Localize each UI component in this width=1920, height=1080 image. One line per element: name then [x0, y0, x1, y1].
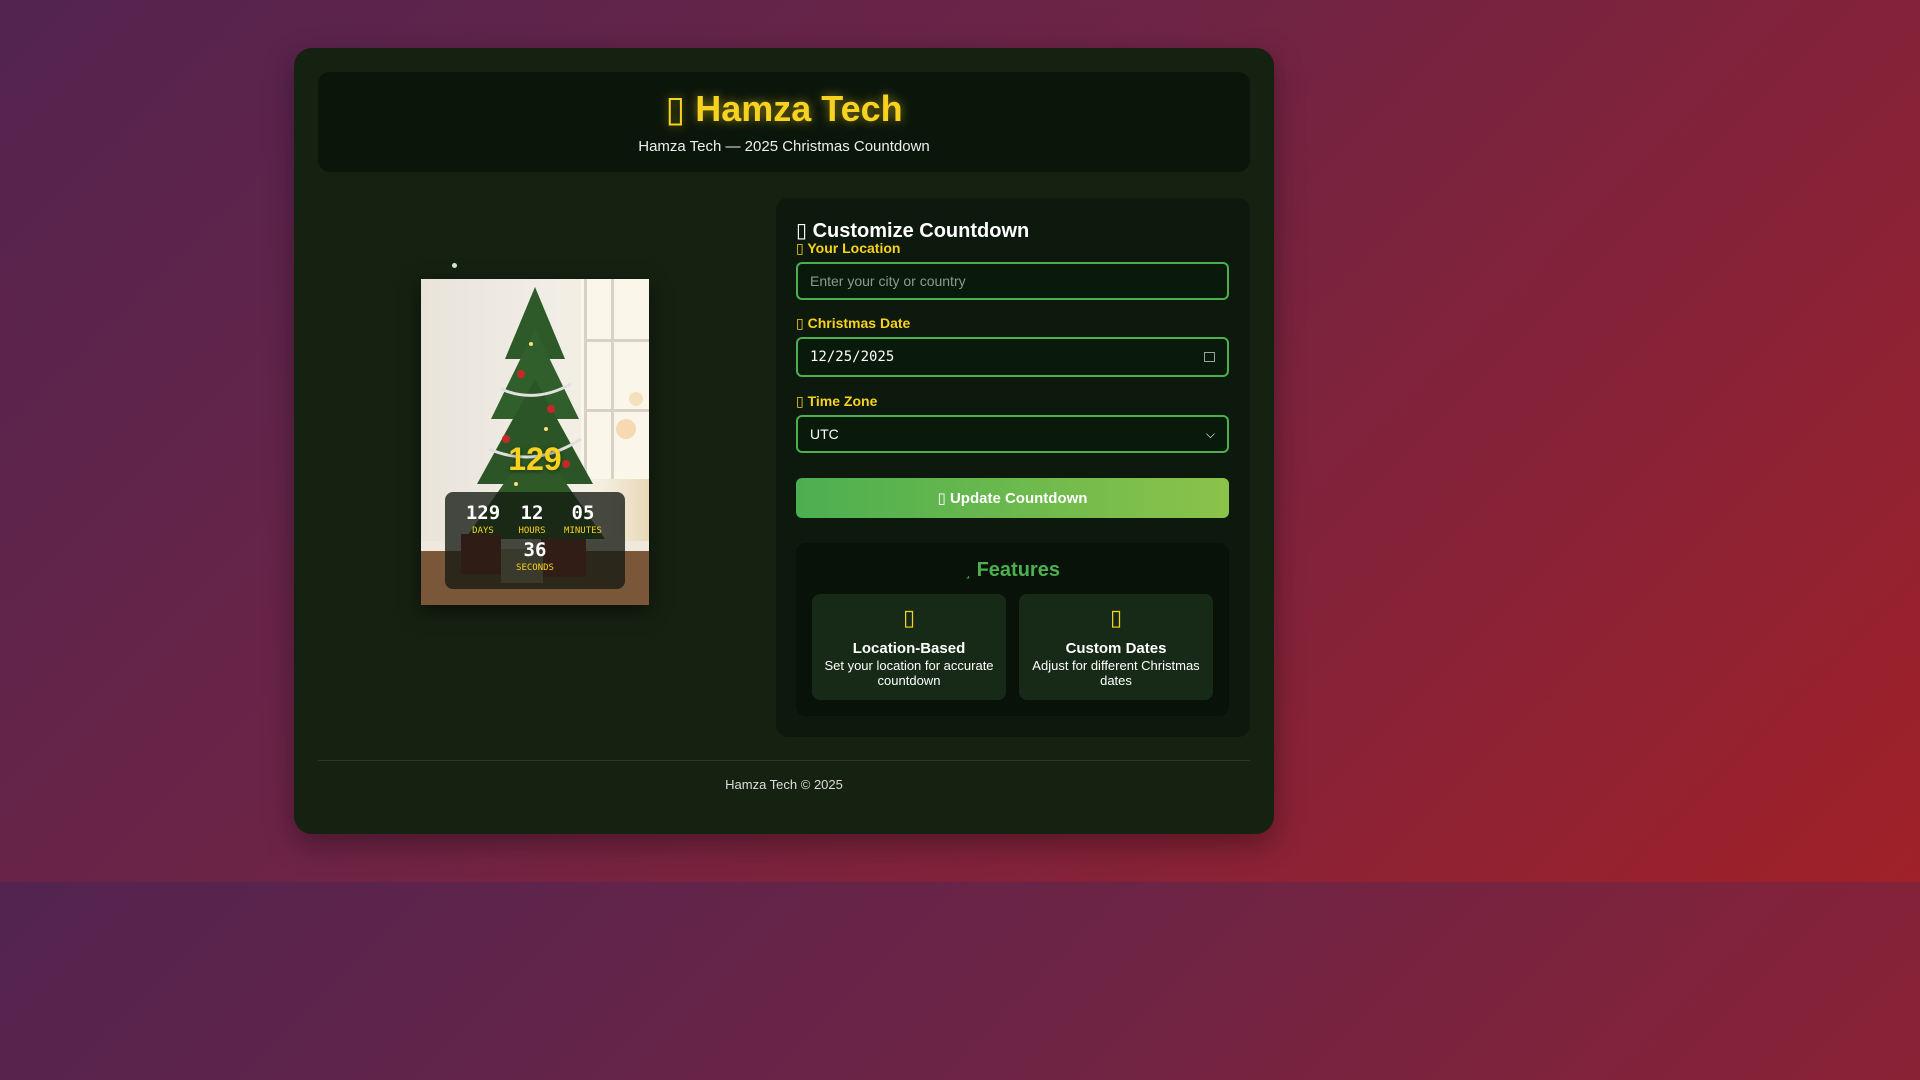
date-label: ▯ Christmas Date — [796, 315, 910, 332]
location-label: ▯ Your Location — [796, 240, 900, 257]
calendar-picker-icon[interactable] — [1204, 352, 1215, 362]
timer-hours-value: 12 — [520, 502, 544, 524]
location-input-placeholder: Enter your city or country — [810, 273, 966, 289]
location-icon: ▯ — [796, 241, 804, 257]
calendar-icon: ▯ — [1109, 606, 1123, 631]
timer-seconds-label: SECONDS — [516, 563, 554, 573]
countdown-timer: 129 DAYS 12 HOURS 05 MINUTES 36 SECONDS — [445, 492, 625, 589]
timer-minutes: 05 MINUTES — [558, 502, 608, 536]
update-countdown-label: Update Countdown — [949, 489, 1088, 507]
feature-title: Custom Dates — [1065, 640, 1167, 657]
feature-desc: Set your location for accurate countdown — [824, 658, 994, 688]
chevron-down-icon: ⌵ — [1205, 426, 1215, 441]
timezone-label-text: Time Zone — [807, 393, 878, 409]
feature-card-location: ▯ Location-Based Set your location for a… — [812, 594, 1006, 700]
date-label-text: Christmas Date — [807, 315, 911, 331]
clock-icon: ▯ — [796, 394, 804, 410]
calendar-icon: ▯ — [796, 316, 804, 332]
main-card: ▯ Hamza Tech Hamza Tech — 2025 Christmas… — [294, 48, 1274, 834]
timezone-select-value: UTC — [810, 426, 839, 442]
page-subtitle: Hamza Tech — 2025 Christmas Countdown — [638, 138, 930, 155]
timer-hours-label: HOURS — [518, 526, 546, 536]
ornament-dot — [452, 263, 457, 268]
timer-days-label: DAYS — [472, 526, 494, 536]
timezone-select[interactable]: UTC ⌵ — [796, 415, 1229, 453]
timer-seconds: 36 SECONDS — [510, 539, 560, 573]
feature-card-dates: ▯ Custom Dates Adjust for different Chri… — [1019, 594, 1213, 700]
timer-days-value: 129 — [465, 502, 501, 524]
header: ▯ Hamza Tech Hamza Tech — 2025 Christmas… — [318, 72, 1250, 172]
timer-hours: 12 HOURS — [507, 502, 557, 536]
date-input[interactable]: 12/25/2025 — [796, 337, 1229, 377]
panel-title-text: Customize Countdown — [812, 220, 1030, 242]
countdown-photo-area: 129 129 DAYS 12 HOURS 05 MINUTES 36 SECO… — [318, 198, 752, 738]
timer-minutes-value: 05 — [571, 502, 595, 524]
settings-icon: ▯ — [796, 218, 808, 242]
footer: Hamza Tech © 2025 — [725, 777, 843, 792]
timer-days: 129 DAYS — [458, 502, 508, 536]
date-input-value: 12/25/2025 — [810, 349, 895, 365]
customize-panel: ▯ Customize Countdown ▯ Your Location En… — [776, 198, 1250, 737]
timer-seconds-value: 36 — [523, 539, 547, 561]
timer-minutes-label: MINUTES — [564, 526, 602, 536]
christmas-tree-image: 129 129 DAYS 12 HOURS 05 MINUTES 36 SECO… — [421, 279, 649, 605]
location-label-text: Your Location — [807, 240, 901, 256]
timezone-label: ▯ Time Zone — [796, 393, 877, 410]
feature-desc: Adjust for different Christmas dates — [1032, 658, 1200, 688]
map-pin-icon: ▯ — [902, 606, 916, 631]
refresh-icon: ▯ — [937, 489, 946, 507]
update-countdown-button[interactable]: ▯ Update Countdown — [796, 478, 1229, 518]
feature-title: Location-Based — [852, 640, 966, 657]
tree-icon: ▯ — [665, 89, 686, 130]
page-title: ▯ Hamza Tech — [318, 88, 1250, 130]
location-input[interactable]: Enter your city or country — [796, 262, 1229, 300]
big-days-count: 129 — [508, 441, 562, 477]
features-title: ¸ Features — [796, 559, 1229, 582]
footer-divider — [318, 760, 1250, 761]
sparkle-icon: ¸ — [965, 565, 972, 579]
page-title-text: Hamza Tech — [695, 88, 903, 129]
features-section: ¸ Features ▯ Location-Based Set your loc… — [796, 543, 1229, 716]
features-title-text: Features — [976, 559, 1060, 581]
